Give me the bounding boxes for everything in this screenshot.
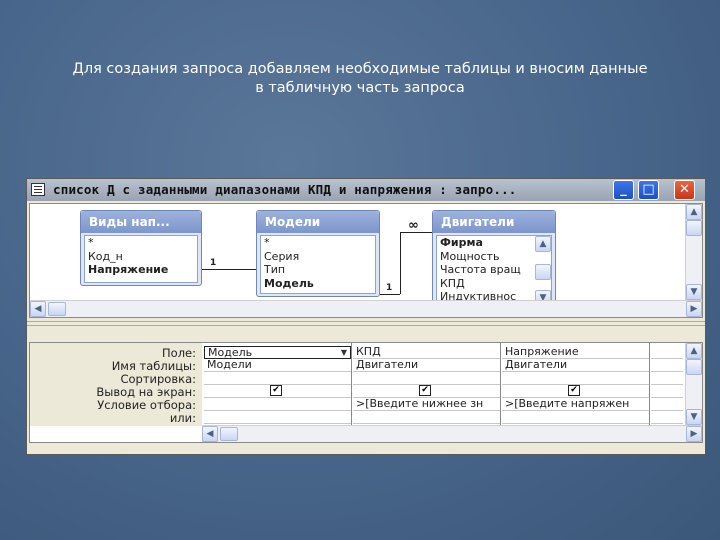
show-cell[interactable]: ✔ — [353, 385, 500, 398]
field-list: Фирма Мощность Частота вращ КПД Индуктив… — [436, 235, 552, 307]
grid-vertical-scrollbar[interactable]: ▲ ▼ — [685, 343, 702, 425]
or-cell[interactable] — [204, 411, 351, 424]
chevron-left-icon[interactable]: ◀ — [202, 426, 218, 442]
table-cell[interactable]: Двигатели — [353, 359, 500, 372]
grid-column[interactable]: Модель ▼ Модели ✔ — [204, 343, 352, 426]
field-item[interactable]: Модель — [261, 277, 375, 291]
row-label-field: Поле: — [162, 346, 196, 360]
chevron-down-icon[interactable]: ▼ — [341, 347, 347, 358]
relationship-line — [400, 232, 401, 294]
show-cell[interactable]: ✔ — [204, 385, 351, 398]
query-design-window: список Д с заданными диапазонами КПД и н… — [26, 178, 706, 455]
grid-column[interactable]: Напряжение Двигатели ✔ >[Введите напряже… — [502, 343, 650, 426]
field-item[interactable]: Фирма — [437, 236, 551, 250]
or-cell[interactable] — [502, 411, 649, 424]
field-item[interactable]: КПД — [437, 277, 551, 291]
field-list: * Серия Тип Модель — [260, 235, 376, 294]
table-title[interactable]: Двигатели — [433, 211, 555, 233]
chevron-up-icon[interactable]: ▲ — [535, 236, 551, 252]
scroll-thumb[interactable] — [686, 359, 702, 375]
row-label-table: Имя таблицы: — [111, 359, 196, 373]
show-cell[interactable] — [651, 385, 683, 398]
field-cell[interactable]: Модель ▼ — [204, 346, 351, 359]
criteria-cell[interactable]: >[Введите напряжен — [502, 398, 649, 411]
grid-column-empty[interactable] — [651, 343, 683, 426]
criteria-cell[interactable] — [204, 398, 351, 411]
maximize-button[interactable]: □ — [638, 180, 659, 200]
checkmark-icon[interactable]: ✔ — [270, 385, 282, 396]
field-cell[interactable]: Напряжение — [502, 346, 649, 359]
scroll-thumb[interactable] — [686, 220, 702, 236]
or-cell[interactable] — [651, 411, 683, 424]
relationship-one-label: 1 — [386, 283, 393, 293]
criteria-cell[interactable] — [651, 398, 683, 411]
window-titlebar[interactable]: список Д с заданными диапазонами КПД и н… — [27, 179, 705, 201]
window-title: список Д с заданными диапазонами КПД и н… — [53, 182, 517, 197]
field-cell[interactable] — [651, 346, 683, 359]
sort-cell[interactable] — [353, 372, 500, 385]
sort-cell[interactable] — [502, 372, 649, 385]
grid-row-labels: Поле: Имя таблицы: Сортировка: Вывод на … — [30, 343, 202, 426]
show-cell[interactable]: ✔ — [502, 385, 649, 398]
scroll-thumb[interactable] — [535, 264, 551, 280]
table-vidy-napryazheniya[interactable]: Виды нап... * Код_н Напряжение — [80, 210, 202, 286]
field-item[interactable]: Код_н — [85, 250, 197, 264]
chevron-right-icon[interactable]: ▶ — [686, 426, 702, 442]
scroll-thumb[interactable] — [48, 302, 66, 316]
scroll-thumb[interactable] — [220, 427, 238, 441]
table-diagram-pane: Виды нап... * Код_н Напряжение Модели * … — [29, 203, 703, 318]
field-item[interactable]: Частота вращ — [437, 263, 551, 277]
close-button[interactable]: ✕ — [674, 180, 695, 200]
field-item[interactable]: Серия — [261, 250, 375, 264]
slide-caption: Для создания запроса добавляем необходим… — [20, 60, 700, 98]
row-label-criteria: Условие отбора: — [97, 398, 196, 412]
table-title[interactable]: Виды нап... — [81, 211, 201, 233]
table-cell[interactable]: Модели — [204, 359, 351, 372]
or-cell[interactable] — [353, 411, 500, 424]
relationship-line — [380, 294, 400, 295]
sort-cell[interactable] — [204, 372, 351, 385]
grid-column[interactable]: КПД Двигатели ✔ >[Введите нижнее зн — [353, 343, 501, 426]
field-item[interactable]: * — [85, 236, 197, 250]
field-item[interactable]: Напряжение — [85, 263, 197, 277]
table-cell[interactable]: Двигатели — [502, 359, 649, 372]
caption-line-2: в табличную часть запроса — [255, 80, 465, 96]
chevron-up-icon[interactable]: ▲ — [686, 204, 702, 220]
field-cell[interactable]: КПД — [353, 346, 500, 359]
diagram-horizontal-scrollbar[interactable]: ◀ ▶ — [30, 300, 702, 317]
criteria-cell[interactable]: >[Введите нижнее зн — [353, 398, 500, 411]
table-cell[interactable] — [651, 359, 683, 372]
checkmark-icon[interactable]: ✔ — [568, 385, 580, 396]
field-item[interactable]: * — [261, 236, 375, 250]
field-list: * Код_н Напряжение — [84, 235, 198, 283]
field-value: Модель — [208, 346, 253, 359]
table-dvigateli[interactable]: Двигатели Фирма Мощность Частота вращ КП… — [432, 210, 556, 310]
row-label-or: или: — [169, 411, 196, 425]
field-item[interactable]: Тип — [261, 263, 375, 277]
chevron-up-icon[interactable]: ▲ — [686, 343, 702, 359]
table-modeli[interactable]: Модели * Серия Тип Модель — [256, 210, 380, 297]
checkmark-icon[interactable]: ✔ — [419, 385, 431, 396]
minimize-button[interactable]: _ — [613, 180, 634, 200]
relationship-line — [202, 269, 256, 270]
query-window-icon[interactable] — [31, 183, 45, 196]
chevron-down-icon[interactable]: ▼ — [686, 409, 702, 425]
row-label-show: Вывод на экран: — [96, 385, 196, 399]
grid-horizontal-scrollbar[interactable]: ◀ ▶ — [202, 425, 702, 442]
chevron-right-icon[interactable]: ▶ — [686, 301, 702, 317]
caption-line-1: Для создания запроса добавляем необходим… — [72, 61, 648, 77]
field-item[interactable]: Мощность — [437, 250, 551, 264]
table-title[interactable]: Модели — [257, 211, 379, 233]
relationship-many-label: ∞ — [408, 218, 419, 233]
pane-splitter[interactable] — [27, 321, 705, 326]
relationship-one-label: 1 — [210, 258, 217, 268]
chevron-left-icon[interactable]: ◀ — [30, 301, 46, 317]
sort-cell[interactable] — [651, 372, 683, 385]
query-grid-pane: Поле: Имя таблицы: Сортировка: Вывод на … — [29, 342, 703, 443]
row-label-sort: Сортировка: — [120, 372, 196, 386]
diagram-vertical-scrollbar[interactable]: ▲ ▼ — [685, 204, 702, 300]
chevron-down-icon[interactable]: ▼ — [686, 284, 702, 300]
